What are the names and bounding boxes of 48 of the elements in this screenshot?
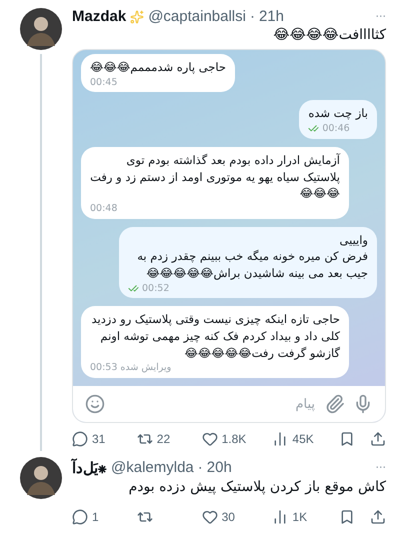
- bar-chart-icon: [272, 431, 288, 448]
- bookmark-button[interactable]: [339, 509, 356, 526]
- message-text: وایییی فرض کن میره خونه میگه خب ببینم چقدر زدم به جیب بعد می بینه شاشیدن براش😂😂😂😂😂: [136, 232, 368, 282]
- separator-dot: ·: [198, 458, 203, 476]
- message-field[interactable]: پیام: [113, 396, 317, 413]
- message-input-bar[interactable]: پیام: [73, 386, 385, 422]
- repost-button[interactable]: 22: [136, 431, 187, 448]
- author-handle[interactable]: @captainballsi: [148, 8, 246, 25]
- separator-dot: ·: [250, 8, 255, 25]
- speech-bubble-icon: [72, 431, 88, 448]
- share-icon: [370, 509, 386, 526]
- share-button[interactable]: [370, 431, 386, 448]
- post-time: 21h: [258, 8, 284, 25]
- share-button[interactable]: [370, 509, 386, 526]
- bookmark-icon: [339, 431, 356, 448]
- like-button[interactable]: 1.8K: [202, 431, 258, 448]
- share-icon: [370, 431, 386, 448]
- avatar[interactable]: [20, 8, 62, 50]
- emoji-icon[interactable]: [85, 394, 105, 414]
- edited-label: ویرایش شده: [120, 361, 172, 376]
- heart-icon: [202, 431, 218, 448]
- like-button[interactable]: 30: [202, 509, 258, 526]
- author-name[interactable]: Mazdak: [72, 8, 126, 25]
- post-text: کثاااافت😂😂😂😂: [272, 27, 386, 43]
- author-name[interactable]: یَل‌دآ⁕: [72, 457, 107, 478]
- views-button[interactable]: 45K: [272, 431, 324, 448]
- bookmark-button[interactable]: [339, 431, 356, 448]
- message-time: 00:48: [90, 202, 118, 216]
- bookmark-icon: [339, 509, 356, 526]
- message-time: 00:46: [322, 122, 350, 136]
- message-time: 00:45: [90, 76, 118, 90]
- message-time: 00:52: [142, 282, 170, 296]
- views-button[interactable]: 1K: [272, 509, 324, 526]
- message-time: 00:53: [90, 361, 118, 376]
- heart-icon: [202, 509, 218, 526]
- bar-chart-icon: [272, 509, 288, 526]
- message-text: حاجی تازه اینکه چیزی نیست وقتی پلاستیک رو دزدید کلی داد و بیداد کردم فک کنه چیز مهمی توشه اونم گازشو گرفت رفت😂😂😂😂😂: [90, 311, 340, 362]
- message-text: حاجی پاره شدمممم😂😂😂: [90, 59, 226, 76]
- attach-icon[interactable]: [325, 394, 345, 414]
- reply-button[interactable]: 31: [72, 431, 122, 448]
- reply-button[interactable]: 1: [72, 509, 122, 526]
- message-text: باز چت شده: [308, 105, 368, 122]
- message-text: آزمایش ادرار داده بودم بعد گذاشته بودم توی پلاستیک سیاه یهو یه موتوری اومد از دستم زد و رفت😂😂😂: [90, 152, 340, 202]
- avatar[interactable]: [20, 457, 62, 500]
- post-text: کاش موقع باز کردن پلاستیک پیش دزده بودم: [128, 479, 386, 496]
- post-time: 20h: [206, 458, 232, 476]
- author-handle[interactable]: @kalemylda: [111, 458, 194, 476]
- speech-bubble-icon: [72, 509, 88, 526]
